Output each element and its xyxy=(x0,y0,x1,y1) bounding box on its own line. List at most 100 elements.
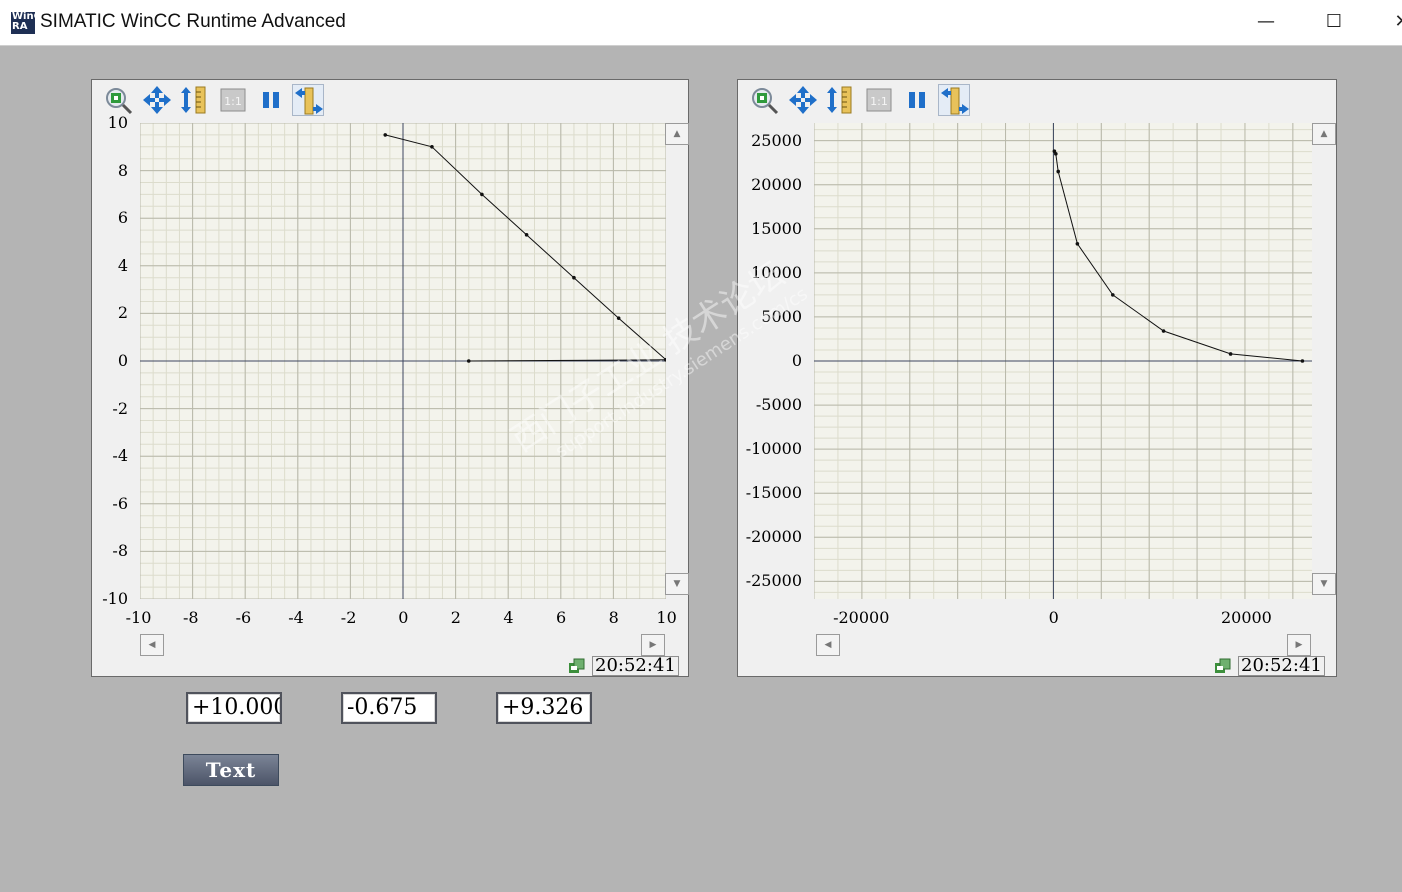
y-tick-label: 10 xyxy=(107,113,128,132)
data-point xyxy=(1054,152,1058,156)
y-tick-label: 10000 xyxy=(751,262,802,282)
series-line-1 xyxy=(385,134,666,361)
zoom-icon[interactable] xyxy=(103,84,135,116)
x-axis-right: -20000 0 20000 xyxy=(814,600,1314,630)
x-tick-label: 20000 xyxy=(1220,608,1272,627)
y-tick-label: 2 xyxy=(117,303,128,323)
y-tick-label: 0 xyxy=(791,351,802,370)
one-to-one-icon[interactable]: 1:1 xyxy=(863,84,895,116)
data-point xyxy=(1228,352,1233,356)
svg-text:1:1: 1:1 xyxy=(224,95,242,108)
y-tick-label: -20000 xyxy=(745,527,802,547)
svg-text:1:1: 1:1 xyxy=(870,95,888,108)
y-tick-label: -5000 xyxy=(755,395,802,415)
trend-view-right[interactable]: 1:1 25000 20000 15000 10000 5000 0 -5000 -10000… xyxy=(737,79,1337,677)
ruler-move-icon[interactable] xyxy=(938,84,970,116)
x-tick-label: -20000 xyxy=(833,608,890,627)
data-point xyxy=(524,233,529,237)
data-point xyxy=(466,359,471,363)
scroll-right-icon[interactable]: ▶ xyxy=(1287,634,1311,656)
chart-svg-left xyxy=(140,123,666,599)
data-point xyxy=(1056,169,1061,174)
ruler-icon[interactable] xyxy=(179,84,211,116)
x-axis-left: -10 -8 -6 -4 -2 0 2 4 6 8 10 xyxy=(126,600,677,630)
x-tick-label: 0 xyxy=(398,608,409,627)
trend-view-left[interactable]: 1:1 10 8 6 4 2 0 -2 -4 -6 -8 -10 -10 -8 -6 -4 -2 0 2 4 6 8 1… xyxy=(91,79,689,677)
series-line-1 xyxy=(1053,150,1303,362)
data-point xyxy=(1075,241,1080,246)
text-button[interactable]: Text xyxy=(183,754,279,786)
maximize-button[interactable]: ☐ xyxy=(1316,6,1352,38)
data-point xyxy=(1300,359,1305,363)
data-point xyxy=(572,275,576,280)
plot-area-left[interactable] xyxy=(140,123,666,599)
y-tick-label: -6 xyxy=(112,493,128,513)
window-title: SIMATIC WinCC Runtime Advanced xyxy=(40,11,346,32)
vertical-scrollbar-left[interactable]: ▲ ▼ xyxy=(665,123,689,599)
x-tick-label: 4 xyxy=(503,608,514,627)
io-field-1[interactable]: +10.000 xyxy=(186,692,282,724)
y-tick-label: 6 xyxy=(117,208,128,228)
pause-icon[interactable] xyxy=(255,84,287,116)
x-tick-label: 8 xyxy=(608,608,619,627)
data-point xyxy=(1161,329,1166,333)
y-axis-left: 10 8 6 4 2 0 -2 -4 -6 -8 -10 xyxy=(92,113,136,643)
y-tick-label: -10000 xyxy=(745,439,802,459)
x-tick-label: -8 xyxy=(183,608,199,627)
io-field-3[interactable]: +9.326 xyxy=(496,692,592,724)
data-point xyxy=(430,145,434,149)
y-tick-label: -10 xyxy=(102,589,128,608)
scroll-right-icon[interactable]: ▶ xyxy=(641,634,665,656)
plot-area-right[interactable] xyxy=(814,123,1312,599)
scroll-left-icon[interactable]: ◀ xyxy=(140,634,164,656)
vertical-scrollbar-right[interactable]: ▲ ▼ xyxy=(1312,123,1336,599)
y-tick-label: 8 xyxy=(117,160,128,180)
close-button[interactable]: ✕ xyxy=(1384,6,1402,38)
x-tick-label: -10 xyxy=(125,608,152,627)
data-point xyxy=(1111,293,1115,297)
x-tick-label: 2 xyxy=(450,608,461,627)
status-time-right: 20:52:41 xyxy=(1238,656,1325,676)
scroll-down-icon[interactable]: ▼ xyxy=(665,573,689,595)
y-tick-label: 15000 xyxy=(751,218,802,238)
wincc-app-icon: WinCC RA xyxy=(11,12,35,34)
data-point xyxy=(480,192,484,197)
y-tick-label: 4 xyxy=(117,255,128,275)
y-tick-label: -4 xyxy=(112,446,128,466)
chart-svg-right xyxy=(814,123,1312,599)
x-tick-label: -2 xyxy=(340,608,357,627)
y-tick-label: 25000 xyxy=(751,130,802,150)
y-tick-label: -15000 xyxy=(745,483,802,503)
y-tick-label: -2 xyxy=(112,398,128,418)
title-bar: WinCC RA SIMATIC WinCC Runtime Advanced … xyxy=(0,0,1402,46)
x-tick-label: 10 xyxy=(656,608,677,627)
status-icon xyxy=(1215,658,1231,673)
io-field-2[interactable]: -0.675 xyxy=(341,692,437,724)
ruler-move-icon[interactable] xyxy=(292,84,324,116)
y-tick-label: -8 xyxy=(112,541,128,561)
y-tick-label: 0 xyxy=(117,351,128,370)
x-tick-label: -6 xyxy=(235,608,252,627)
x-tick-label: 0 xyxy=(1048,608,1059,627)
scroll-left-icon[interactable]: ◀ xyxy=(816,634,840,656)
y-tick-label: -25000 xyxy=(745,571,802,591)
data-point xyxy=(616,316,621,320)
status-icon xyxy=(569,658,585,673)
y-axis-right: 25000 20000 15000 10000 5000 0 -5000 -10000 -150… xyxy=(738,123,810,643)
one-to-one-icon[interactable]: 1:1 xyxy=(217,84,249,116)
data-point xyxy=(383,133,388,137)
move-icon[interactable] xyxy=(787,84,819,116)
x-tick-label: -4 xyxy=(288,608,304,627)
minimize-button[interactable]: — xyxy=(1248,6,1284,38)
y-tick-label: 20000 xyxy=(751,174,802,194)
y-tick-label: 5000 xyxy=(761,306,802,326)
zoom-icon[interactable] xyxy=(749,84,781,116)
move-icon[interactable] xyxy=(141,84,173,116)
pause-icon[interactable] xyxy=(901,84,933,116)
scroll-down-icon[interactable]: ▼ xyxy=(1312,573,1336,595)
status-time-left: 20:52:41 xyxy=(592,656,679,676)
ruler-icon[interactable] xyxy=(825,84,857,116)
x-tick-label: 6 xyxy=(556,608,567,627)
scroll-up-icon[interactable]: ▲ xyxy=(1312,123,1336,145)
scroll-up-icon[interactable]: ▲ xyxy=(665,123,689,145)
